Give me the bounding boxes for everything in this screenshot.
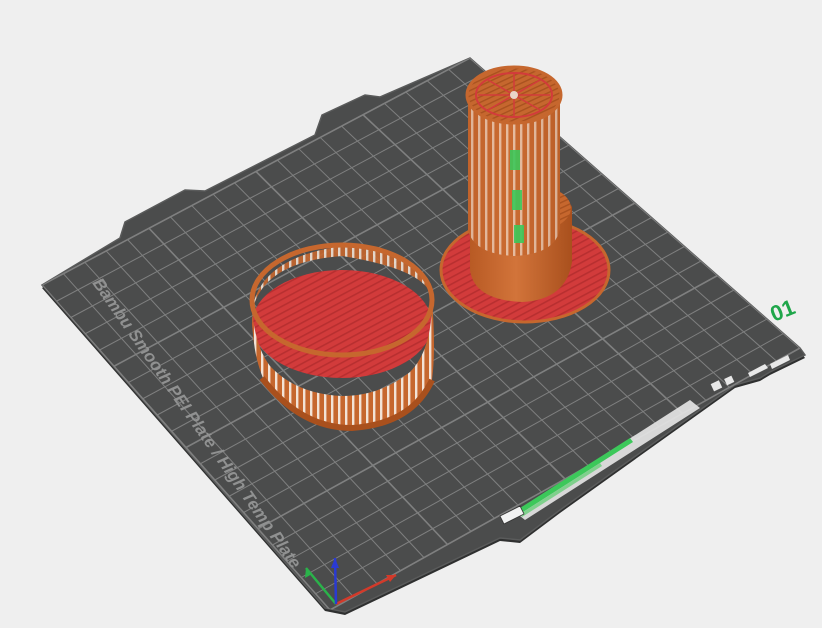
object-basket[interactable] (249, 242, 435, 432)
3d-viewport[interactable]: Bambu Smooth PEI Plate / High Temp Plate… (0, 0, 822, 628)
plate-number[interactable]: 01 (767, 294, 799, 326)
basket-floor (252, 270, 432, 378)
